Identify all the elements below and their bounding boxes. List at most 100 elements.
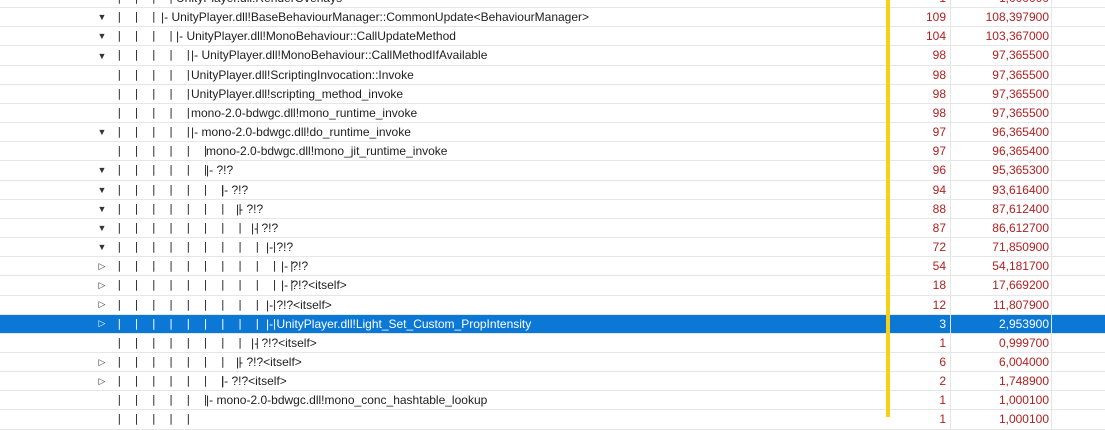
tree-row[interactable]: ▷ | | | | | | | | | | | |- ?!?<itself> 18 17… (0, 276, 1105, 296)
column-separator (1051, 84, 1052, 103)
column-separator (1051, 8, 1052, 27)
tree-row[interactable]: | | | | | 1 1,000100 (0, 410, 1105, 430)
tree-guide-lines: | | | | | | | | | | | (116, 259, 298, 273)
function-name: |- ?!?<itself> (281, 278, 347, 293)
tree-guide-lines: | | | | | | | | | (116, 335, 263, 349)
column-highlight-bar[interactable] (886, 0, 890, 417)
tree-row[interactable]: ▼ | | | | | |- UnityPlayer.dll!MonoBehavio… (0, 46, 1105, 66)
tree-row[interactable]: ▼ | | | | | | | |- ?!? 94 93,616400 (0, 180, 1105, 200)
tree-cell: | | | | | | mono-2.0-bdwgc.dll!mono_jit_r… (0, 142, 886, 160)
tree-row[interactable]: | | | | | mono-2.0-bdwgc.dll!mono_runtime… (0, 103, 1105, 124)
triangle-down-icon[interactable]: ▼ (95, 238, 109, 256)
weight-value: 108,397900 (985, 10, 1049, 25)
triangle-down-icon[interactable]: ▼ (95, 27, 109, 45)
column-separator (1051, 372, 1052, 391)
function-name: |- ?!?<itself> (236, 354, 302, 369)
tree-cell: ▼ | | | | | | | |- ?!? (0, 181, 886, 199)
weight-value: 1,000000 (950, 0, 1049, 7)
weight-value: 86,612700 (992, 220, 1049, 235)
triangle-right-icon[interactable]: ▷ (95, 276, 109, 294)
toggle-placeholder (95, 66, 109, 84)
tree-guide-lines: | | | | | (116, 105, 194, 119)
tree-guide-lines: | | | | | | | | | | | (116, 278, 298, 292)
tree-guide-lines: | | | | | | | | | | (116, 297, 280, 311)
tree-row[interactable]: ▷ | | | | | | | | | | |- ?!?<itself> 12 11,8… (0, 295, 1105, 315)
triangle-down-icon[interactable]: ▼ (95, 46, 109, 64)
triangle-down-icon[interactable]: ▼ (95, 181, 109, 199)
function-name: |- ?!? (221, 182, 249, 197)
triangle-down-icon[interactable]: ▼ (95, 8, 109, 26)
count-value: 12 (932, 297, 946, 312)
tree-cell: ▼ | | | | | |- UnityPlayer.dll!MonoBehavio… (0, 46, 886, 64)
triangle-right-icon[interactable]: ▷ (95, 353, 109, 371)
tree-cell: ▷ | | | | | | | | | | | |- ?!? (0, 257, 886, 275)
function-name: |- ?!? (281, 259, 309, 274)
tree-row[interactable]: | | | | | | | | | |- ?!?<itself> 1 0,999700 (0, 333, 1105, 353)
column-separator (1051, 295, 1052, 314)
weight-value: 97,365500 (992, 67, 1049, 82)
tree-cell: | | | | | | |- mono-2.0-bdwgc.dll!mono_co… (0, 391, 886, 409)
tree-cell: | | | | | UnityPlayer.dll!scripting_metho… (0, 85, 886, 103)
tree-row[interactable]: | | | | | UnityPlayer.dll!scripting_metho… (0, 84, 1105, 104)
tree-guide-lines: | | | | | (116, 125, 194, 139)
tree-row[interactable]: ▷ | | | | | | | |- ?!?<itself> 2 1,748900 (0, 372, 1105, 392)
tree-guide-lines: | | | | | | (116, 163, 211, 177)
triangle-right-icon[interactable]: ▷ (95, 296, 109, 314)
toggle-placeholder (95, 410, 109, 428)
tree-cell: ▼ | | | |- UnityPlayer.dll!BaseBehaviourMa… (0, 8, 886, 26)
tree-row[interactable]: ▷ | | | | | | | | | | | |- ?!? 54 54,181700 (0, 257, 1105, 277)
triangle-right-icon[interactable]: ▷ (95, 315, 109, 333)
triangle-right-icon[interactable]: ▷ (95, 372, 109, 390)
tree-guide-lines: | | | | | | | (116, 374, 229, 388)
column-separator (1051, 218, 1052, 238)
count-value: 109 (925, 10, 946, 25)
tree-cell: ▼ | | | | | |- mono-2.0-bdwgc.dll!do_runti… (0, 123, 886, 141)
tree-row[interactable]: ▼ | | | | |- UnityPlayer.dll!MonoBehaviour… (0, 27, 1105, 47)
count-value: 1 (890, 0, 946, 7)
tree-row[interactable]: ▷ | | | | | | | | |- ?!?<itself> 6 6,004000 (0, 352, 1105, 373)
column-separator (1051, 276, 1052, 295)
function-name: UnityPlayer.dll!ScriptingInvocation::Inv… (191, 67, 414, 82)
function-name: |- mono-2.0-bdwgc.dll!do_runtime_invoke (191, 125, 411, 140)
triangle-down-icon[interactable]: ▼ (95, 161, 109, 179)
weight-value: 2,953900 (998, 316, 1049, 331)
call-tree-grid: | | | |UnityPlayer.dll!RenderOverlays 1 1,… (0, 0, 1105, 430)
tree-cell: ▷ | | | | | | | | |- ?!?<itself> (0, 353, 886, 371)
triangle-right-icon[interactable]: ▷ (95, 257, 109, 275)
function-name: |- ?!?<itself> (266, 297, 332, 312)
tree-row-selected[interactable]: ▷ | | | | | | | | | | |- UnityPlayer.dll!L… (0, 314, 1105, 334)
column-separator (1051, 180, 1052, 199)
column-separator (1051, 103, 1052, 123)
weight-value: 96,365400 (992, 144, 1049, 159)
tree-row[interactable]: ▼ | | | |- UnityPlayer.dll!BaseBehaviourMa… (0, 8, 1105, 28)
weight-value: 96,365400 (992, 125, 1049, 140)
function-name: |- ?!?<itself> (221, 374, 287, 389)
tree-row[interactable]: | | | | | | mono-2.0-bdwgc.dll!mono_jit_r… (0, 142, 1105, 162)
tree-row[interactable]: | | | | | UnityPlayer.dll!ScriptingInvoca… (0, 65, 1105, 85)
tree-row[interactable]: ▼ | | | | | | | | |- ?!? 88 87,612400 (0, 199, 1105, 219)
weight-value: 6,004000 (998, 354, 1049, 369)
tree-cell: | | | |UnityPlayer.dll!RenderOverlays (0, 0, 886, 7)
tree-row[interactable]: ▼ | | | | | | | | | |- ?!? 87 86,612700 (0, 218, 1105, 239)
count-value: 98 (932, 67, 946, 82)
triangle-down-icon[interactable]: ▼ (95, 200, 109, 218)
count-value: 6 (939, 354, 946, 369)
tree-guide-lines: | | | | | (116, 67, 194, 81)
function-name: |- mono-2.0-bdwgc.dll!mono_conc_hashtabl… (206, 393, 488, 408)
tree-guide-lines: | | | | (116, 0, 176, 7)
tree-guide-lines: | | | (116, 10, 160, 24)
count-value: 1 (939, 412, 946, 427)
triangle-down-icon[interactable]: ▼ (95, 219, 109, 237)
tree-row[interactable]: | | | | | | |- mono-2.0-bdwgc.dll!mono_co… (0, 391, 1105, 411)
tree-guide-lines: | | | | | | | | | | (116, 316, 280, 330)
triangle-down-icon[interactable]: ▼ (95, 123, 109, 141)
tree-row[interactable]: | | | |UnityPlayer.dll!RenderOverlays 1 1,… (0, 0, 1105, 9)
tree-row[interactable]: ▼ | | | | | |- mono-2.0-bdwgc.dll!do_runti… (0, 123, 1105, 143)
toggle-placeholder (95, 85, 109, 103)
tree-cell: ▷ | | | | | | | | | | |- UnityPlayer.dll!L… (0, 315, 886, 333)
tree-row[interactable]: ▼ | | | | | | | | | | |- ?!? 72 71,850900 (0, 238, 1105, 258)
column-separator (1051, 238, 1052, 257)
toggle-placeholder (95, 142, 109, 160)
column-separator (1051, 142, 1052, 161)
tree-row[interactable]: ▼ | | | | | | |- ?!? 96 95,365300 (0, 161, 1105, 181)
